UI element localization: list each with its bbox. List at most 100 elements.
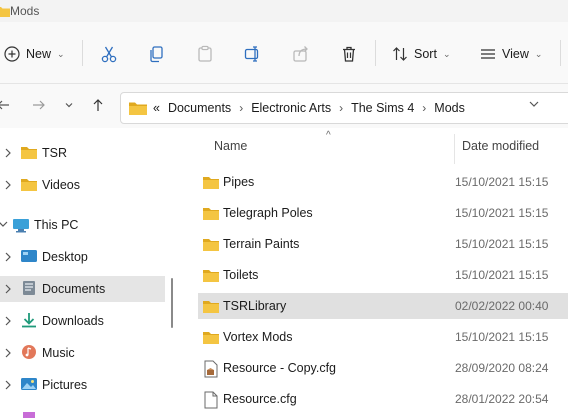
chevron-right-icon[interactable] [4, 148, 12, 158]
file-name: Toilets [223, 268, 259, 282]
chevron-down-icon: ⌄ [534, 48, 543, 59]
copy-icon [150, 46, 163, 63]
file-row-toilets[interactable]: Toilets 15/10/2021 15:15 [198, 262, 568, 288]
share-button[interactable] [292, 40, 310, 68]
file-date-modified: 15/10/2021 15:15 [455, 268, 549, 282]
column-header-label: Date modified [462, 139, 540, 153]
sort-label: Sort [414, 47, 437, 61]
downloads-icon [22, 313, 36, 328]
address-bar[interactable]: « Documents › Electronic Arts › The Sims… [120, 92, 568, 124]
column-header-label: Name [214, 139, 248, 153]
folder-icon [203, 239, 219, 251]
sidebar-item-videos[interactable]: Videos [0, 172, 165, 198]
file-name: Telegraph Poles [223, 206, 313, 220]
sidebar-item-label: Pictures [42, 378, 88, 392]
sidebar-item-desktop[interactable]: Desktop [0, 244, 165, 270]
sidebar-item-tsr[interactable]: TSR [0, 140, 165, 166]
sidebar-item-label: Videos [42, 178, 80, 192]
rename-button[interactable] [244, 40, 262, 68]
chevron-right-icon[interactable] [4, 180, 12, 190]
folder-icon [203, 270, 219, 282]
breadcrumb-separator: › [422, 101, 427, 115]
breadcrumb-mods[interactable]: Mods [434, 101, 465, 115]
file-row-vortex-mods[interactable]: Vortex Mods 15/10/2021 15:15 [198, 324, 568, 350]
breadcrumb-electronic-arts[interactable]: Electronic Arts [251, 101, 331, 115]
file-row-pipes[interactable]: Pipes 15/10/2021 15:15 [198, 169, 568, 195]
paste-icon [198, 45, 212, 62]
file-row-terrain-paints[interactable]: Terrain Paints 15/10/2021 15:15 [198, 231, 568, 257]
file-name: Resource - Copy.cfg [223, 361, 337, 375]
breadcrumb-overflow[interactable]: « [153, 101, 160, 115]
navigation-pane: TSR Videos This PC Desktop Documents Dow… [0, 128, 175, 418]
file-row-resource-copy-cfg[interactable]: Resource - Copy.cfg 28/09/2020 08:24 [198, 355, 568, 381]
breadcrumb-separator: › [339, 101, 344, 115]
column-divider[interactable] [454, 134, 455, 164]
sort-button[interactable]: Sort ⌄ [392, 40, 450, 68]
file-row-telegraph-poles[interactable]: Telegraph Poles 15/10/2021 15:15 [198, 200, 568, 226]
sidebar-item-label: Music [42, 346, 75, 360]
new-button[interactable]: New ⌄ [4, 40, 65, 68]
sidebar-item-music[interactable]: Music [0, 340, 165, 366]
sidebar-item-this-pc[interactable]: This PC [0, 212, 165, 238]
cut-button[interactable] [100, 40, 118, 68]
sidebar-item-documents[interactable]: Documents [0, 276, 165, 302]
navigation-bar: « Documents › Electronic Arts › The Sims… [0, 84, 568, 128]
address-dropdown-icon[interactable] [528, 98, 540, 110]
sidebar-item-label: Downloads [42, 314, 104, 328]
sidebar-item-downloads[interactable]: Downloads [0, 308, 165, 334]
sidebar-scrollbar-thumb[interactable] [171, 278, 173, 328]
file-name: TSRLibrary [223, 299, 287, 313]
desktop-icon [21, 250, 37, 262]
chevron-right-icon[interactable] [4, 252, 12, 262]
title-bar: Mods [0, 0, 568, 22]
chevron-right-icon[interactable] [4, 380, 12, 390]
toolbar-divider [82, 40, 83, 66]
forward-button[interactable] [30, 96, 48, 114]
up-button[interactable] [89, 96, 107, 114]
folder-icon [21, 147, 37, 159]
sidebar-scrollbar[interactable] [168, 128, 174, 418]
toolbar-divider [375, 40, 376, 66]
paste-button[interactable] [196, 40, 214, 68]
sidebar-item-label: This PC [34, 218, 79, 232]
file-date-modified: 15/10/2021 15:15 [455, 206, 549, 220]
toolbar-divider [560, 40, 561, 66]
documents-icon [23, 281, 35, 295]
copy-button[interactable] [148, 40, 166, 68]
folder-icon [23, 412, 35, 418]
sidebar-item-partial[interactable] [0, 404, 165, 418]
folder-icon [129, 102, 147, 115]
file-row-resource-cfg[interactable]: Resource.cfg 28/01/2022 20:54 [198, 386, 568, 412]
back-button[interactable] [0, 96, 12, 114]
chevron-right-icon[interactable] [4, 284, 12, 294]
file-date-modified: 15/10/2021 15:15 [455, 237, 549, 251]
sort-ascending-icon: ^ [326, 130, 331, 141]
file-name: Resource.cfg [223, 392, 297, 406]
file-list: ^ Name Date modified Pipes 15/10/2021 15… [190, 128, 568, 418]
arrow-left-icon [0, 100, 9, 110]
computer-icon [13, 219, 29, 233]
file-date-modified: 15/10/2021 15:15 [455, 175, 549, 189]
breadcrumb-documents[interactable]: Documents [168, 101, 231, 115]
view-icon [481, 49, 495, 59]
column-header-date-modified[interactable]: Date modified [462, 128, 539, 164]
delete-button[interactable] [340, 40, 358, 68]
file-name: Pipes [223, 175, 255, 189]
file-name: Terrain Paints [223, 237, 300, 251]
music-icon [22, 345, 36, 359]
file-row-tsrlibrary[interactable]: TSRLibrary 02/02/2022 00:40 [198, 293, 568, 319]
config-file-icon [204, 360, 218, 378]
view-button[interactable]: View ⌄ [480, 40, 542, 68]
plus-circle-icon [4, 46, 20, 62]
file-date-modified: 02/02/2022 00:40 [455, 299, 549, 313]
trash-icon [343, 46, 355, 62]
window-title: Mods [10, 4, 40, 18]
column-header-name[interactable]: Name [214, 128, 247, 164]
sidebar-item-pictures[interactable]: Pictures [0, 372, 165, 398]
breadcrumb-the-sims-4[interactable]: The Sims 4 [351, 101, 414, 115]
recent-locations-button[interactable] [60, 96, 78, 114]
folder-icon [203, 177, 219, 189]
chevron-down-icon[interactable] [0, 220, 8, 228]
chevron-right-icon[interactable] [4, 348, 12, 358]
chevron-right-icon[interactable] [4, 316, 12, 326]
